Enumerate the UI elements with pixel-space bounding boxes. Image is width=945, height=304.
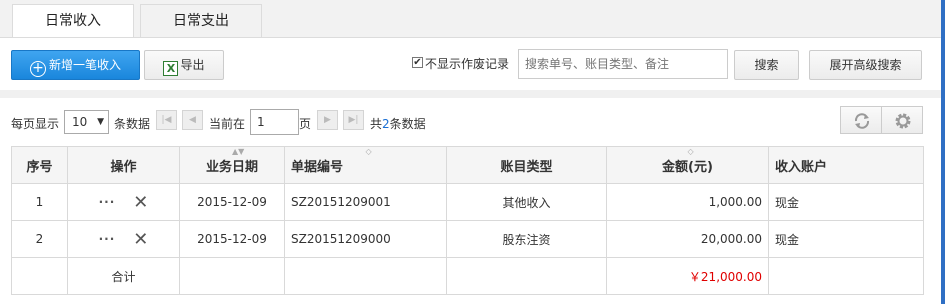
last-page-button[interactable]: ▶| <box>343 110 364 130</box>
add-income-label: 新增一笔收入 <box>48 58 121 72</box>
cell-amount: 1,000.00 <box>606 183 769 221</box>
col-header-amount[interactable]: ◇ 金额(元) <box>606 146 769 184</box>
first-page-icon: |◀ <box>161 115 172 125</box>
delete-icon[interactable]: ✕ <box>133 192 148 213</box>
per-page-value: 10 <box>72 115 88 129</box>
prev-page-button[interactable]: ◀ <box>182 110 203 130</box>
total-prefix: 共 <box>370 117 383 131</box>
excel-icon: X <box>163 61 179 76</box>
cell-amount: 20,000.00 <box>606 220 769 258</box>
delete-icon[interactable]: ✕ <box>133 229 148 250</box>
total-suffix: 条数据 <box>389 117 426 131</box>
more-actions-icon[interactable]: ··· <box>99 195 116 209</box>
table-header-row: 序号 操作 ▲▼ 业务日期 ◇ 单据编号 账目类型 ◇ 金额(元) 收入账户 <box>11 146 924 184</box>
next-page-icon: ▶ <box>324 115 331 125</box>
refresh-button[interactable] <box>840 106 882 134</box>
cell-doc-no[interactable]: SZ20151209000 <box>284 220 447 258</box>
cell-account-type: 其他收入 <box>446 183 607 221</box>
gear-icon <box>895 113 911 129</box>
first-page-button[interactable]: |◀ <box>156 110 177 130</box>
add-income-button[interactable]: + 新增一笔收入 <box>11 50 140 80</box>
sort-icon: ◇ <box>687 147 694 157</box>
pagination-bar: 每页显示 10 ▼ 条数据 |◀ ◀ 当前在 1 页 ▶ ▶| 共2条数据 <box>0 98 941 144</box>
hide-void-label: 不显示作废记录 <box>425 57 510 71</box>
total-records: 共2条数据 <box>370 115 426 132</box>
total-label: 合计 <box>67 257 180 295</box>
cell-actions: ··· ✕ <box>67 183 180 221</box>
export-label: 导出 <box>180 58 205 72</box>
hide-void-checkbox[interactable]: ✔ <box>412 57 423 68</box>
cell-date: 2015-12-09 <box>179 220 285 258</box>
table-row: 1 ··· ✕ 2015-12-09 SZ20151209001 其他收入 1,0… <box>11 183 924 221</box>
col-header-actions: 操作 <box>67 146 180 184</box>
cell-actions: ··· ✕ <box>67 220 180 258</box>
current-page-label: 当前在 <box>209 117 246 131</box>
cell-no: 2 <box>11 220 68 258</box>
cell-empty <box>768 257 924 295</box>
export-button[interactable]: X 导出 <box>144 50 224 80</box>
tab-daily-expense[interactable]: 日常支出 <box>140 4 262 38</box>
more-actions-icon[interactable]: ··· <box>99 232 116 246</box>
cell-empty <box>446 257 607 295</box>
col-header-doc-no-label: 单据编号 <box>291 159 344 175</box>
last-page-icon: ▶| <box>348 115 359 125</box>
col-header-no: 序号 <box>11 146 68 184</box>
income-table: 序号 操作 ▲▼ 业务日期 ◇ 单据编号 账目类型 ◇ 金额(元) 收入账户 1 ··… <box>11 146 924 295</box>
table-row: 2 ··· ✕ 2015-12-09 SZ20151209000 股东注资 20,… <box>11 220 924 258</box>
chevron-down-icon: ▼ <box>97 117 104 127</box>
col-header-account-type: 账目类型 <box>446 146 607 184</box>
next-page-button[interactable]: ▶ <box>317 110 338 130</box>
sort-icon: ◇ <box>365 147 372 157</box>
search-input[interactable] <box>518 49 728 79</box>
tab-bar: 日常收入 日常支出 <box>0 0 945 38</box>
cell-income-account: 现金 <box>768 183 924 221</box>
settings-button[interactable] <box>881 106 923 134</box>
col-header-doc-no[interactable]: ◇ 单据编号 <box>284 146 447 184</box>
col-header-date[interactable]: ▲▼ 业务日期 <box>179 146 285 184</box>
tab-daily-income[interactable]: 日常收入 <box>12 4 134 38</box>
page-unit: 页 <box>299 117 312 131</box>
current-page-input[interactable]: 1 <box>250 109 299 135</box>
prev-page-icon: ◀ <box>189 115 196 125</box>
cell-account-type: 股东注资 <box>446 220 607 258</box>
table-total-row: 合计 ￥21,000.00 <box>11 257 924 295</box>
col-header-date-label: 业务日期 <box>205 159 258 175</box>
total-count: 2 <box>382 117 390 131</box>
total-amount: ￥21,000.00 <box>606 257 769 295</box>
refresh-icon <box>854 113 870 129</box>
col-header-income-account: 收入账户 <box>768 146 924 184</box>
plus-circle-icon: + <box>29 61 46 77</box>
cell-empty <box>179 257 285 295</box>
cell-date: 2015-12-09 <box>179 183 285 221</box>
per-page-unit: 条数据 <box>114 117 151 131</box>
per-page-label: 每页显示 <box>11 117 60 131</box>
cell-no: 1 <box>11 183 68 221</box>
cell-doc-no[interactable]: SZ20151209001 <box>284 183 447 221</box>
search-button[interactable]: 搜索 <box>734 50 799 80</box>
per-page-select[interactable]: 10 ▼ <box>64 110 109 134</box>
cell-empty <box>11 257 68 295</box>
col-header-amount-label: 金额(元) <box>662 159 713 175</box>
section-divider <box>0 90 941 98</box>
toolbar: +新增一笔收入 X导出 ✔ 不显示作废记录 搜索 展开高级搜索 <box>0 37 941 90</box>
sort-icon: ▲▼ <box>232 147 245 157</box>
cell-income-account: 现金 <box>768 220 924 258</box>
cell-empty <box>284 257 447 295</box>
advanced-search-button[interactable]: 展开高级搜索 <box>809 50 922 80</box>
window-edge <box>941 0 945 304</box>
